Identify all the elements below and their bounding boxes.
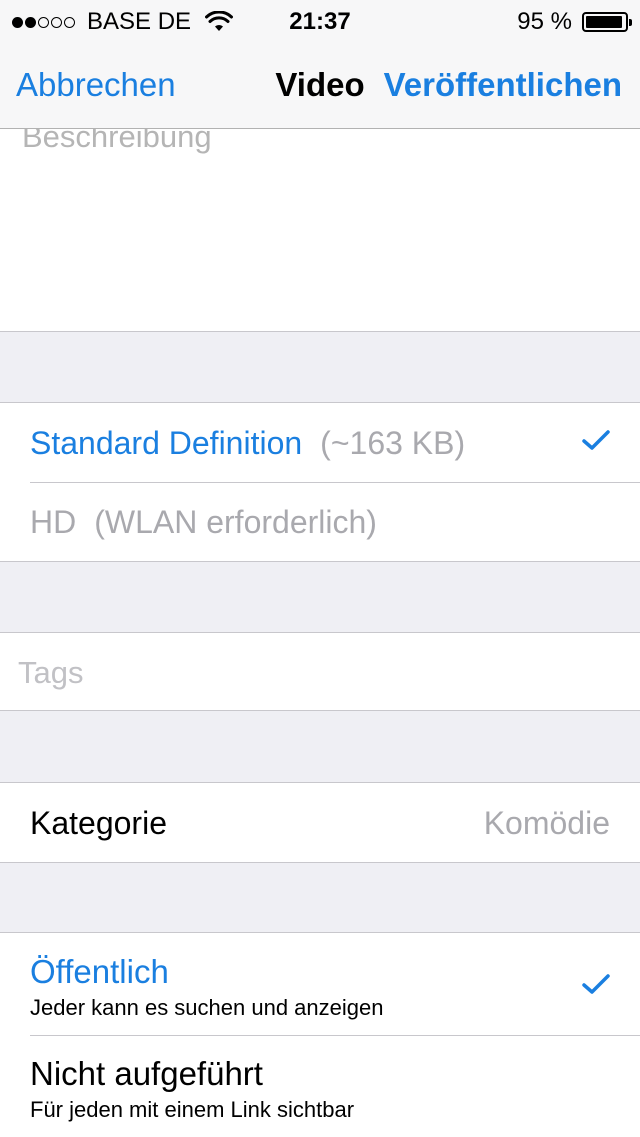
quality-option-label: Standard Definition — [30, 425, 303, 461]
status-bar: BASE DE 21:37 95 % — [0, 0, 640, 42]
privacy-group: Öffentlich Jeder kann es suchen und anze… — [0, 932, 640, 1137]
category-group: Kategorie Komödie — [0, 782, 640, 863]
category-label: Kategorie — [30, 805, 167, 841]
quality-option-label: HD — [30, 504, 77, 540]
quality-group: Standard Definition (~163 KB) HD (WLAN erf… — [0, 402, 640, 562]
category-row[interactable]: Kategorie Komödie — [0, 783, 640, 862]
quality-option-note: (~163 KB) — [320, 425, 466, 461]
tags-placeholder: Tags — [18, 655, 84, 690]
description-placeholder: Beschreibung — [22, 129, 212, 154]
tags-input[interactable]: Tags — [0, 633, 640, 710]
tags-group: Tags — [0, 632, 640, 711]
navigation-bar: Abbrechen Video Veröffentlichen — [0, 42, 640, 129]
battery-icon — [582, 12, 632, 32]
privacy-option-subtitle: Für jeden mit einem Link sichtbar — [30, 1097, 355, 1122]
description-textarea[interactable]: Beschreibung — [0, 129, 640, 332]
privacy-option-title: Nicht aufgeführt — [30, 1055, 263, 1092]
quality-option-hd-text: HD (WLAN erforderlich) — [30, 504, 377, 541]
battery-percentage: 95 % — [517, 8, 572, 35]
checkmark-icon — [582, 974, 610, 994]
privacy-option-public[interactable]: Öffentlich Jeder kann es suchen und anze… — [0, 933, 640, 1035]
battery-level — [586, 16, 623, 28]
checkmark-icon — [582, 430, 610, 450]
status-right: 95 % — [517, 8, 632, 36]
quality-option-sd[interactable]: Standard Definition (~163 KB) — [0, 403, 640, 482]
privacy-option-unlisted[interactable]: Nicht aufgeführt Für jeden mit einem Lin… — [0, 1035, 640, 1137]
category-value: Komödie — [483, 805, 610, 841]
publish-button[interactable]: Veröffentlichen — [384, 66, 622, 104]
quality-option-sd-text: Standard Definition (~163 KB) — [30, 425, 465, 462]
privacy-option-subtitle: Jeder kann es suchen und anzeigen — [30, 995, 384, 1020]
quality-option-note: (WLAN erforderlich) — [94, 504, 377, 540]
privacy-option-title: Öffentlich — [30, 953, 169, 990]
quality-option-hd[interactable]: HD (WLAN erforderlich) — [0, 482, 640, 561]
